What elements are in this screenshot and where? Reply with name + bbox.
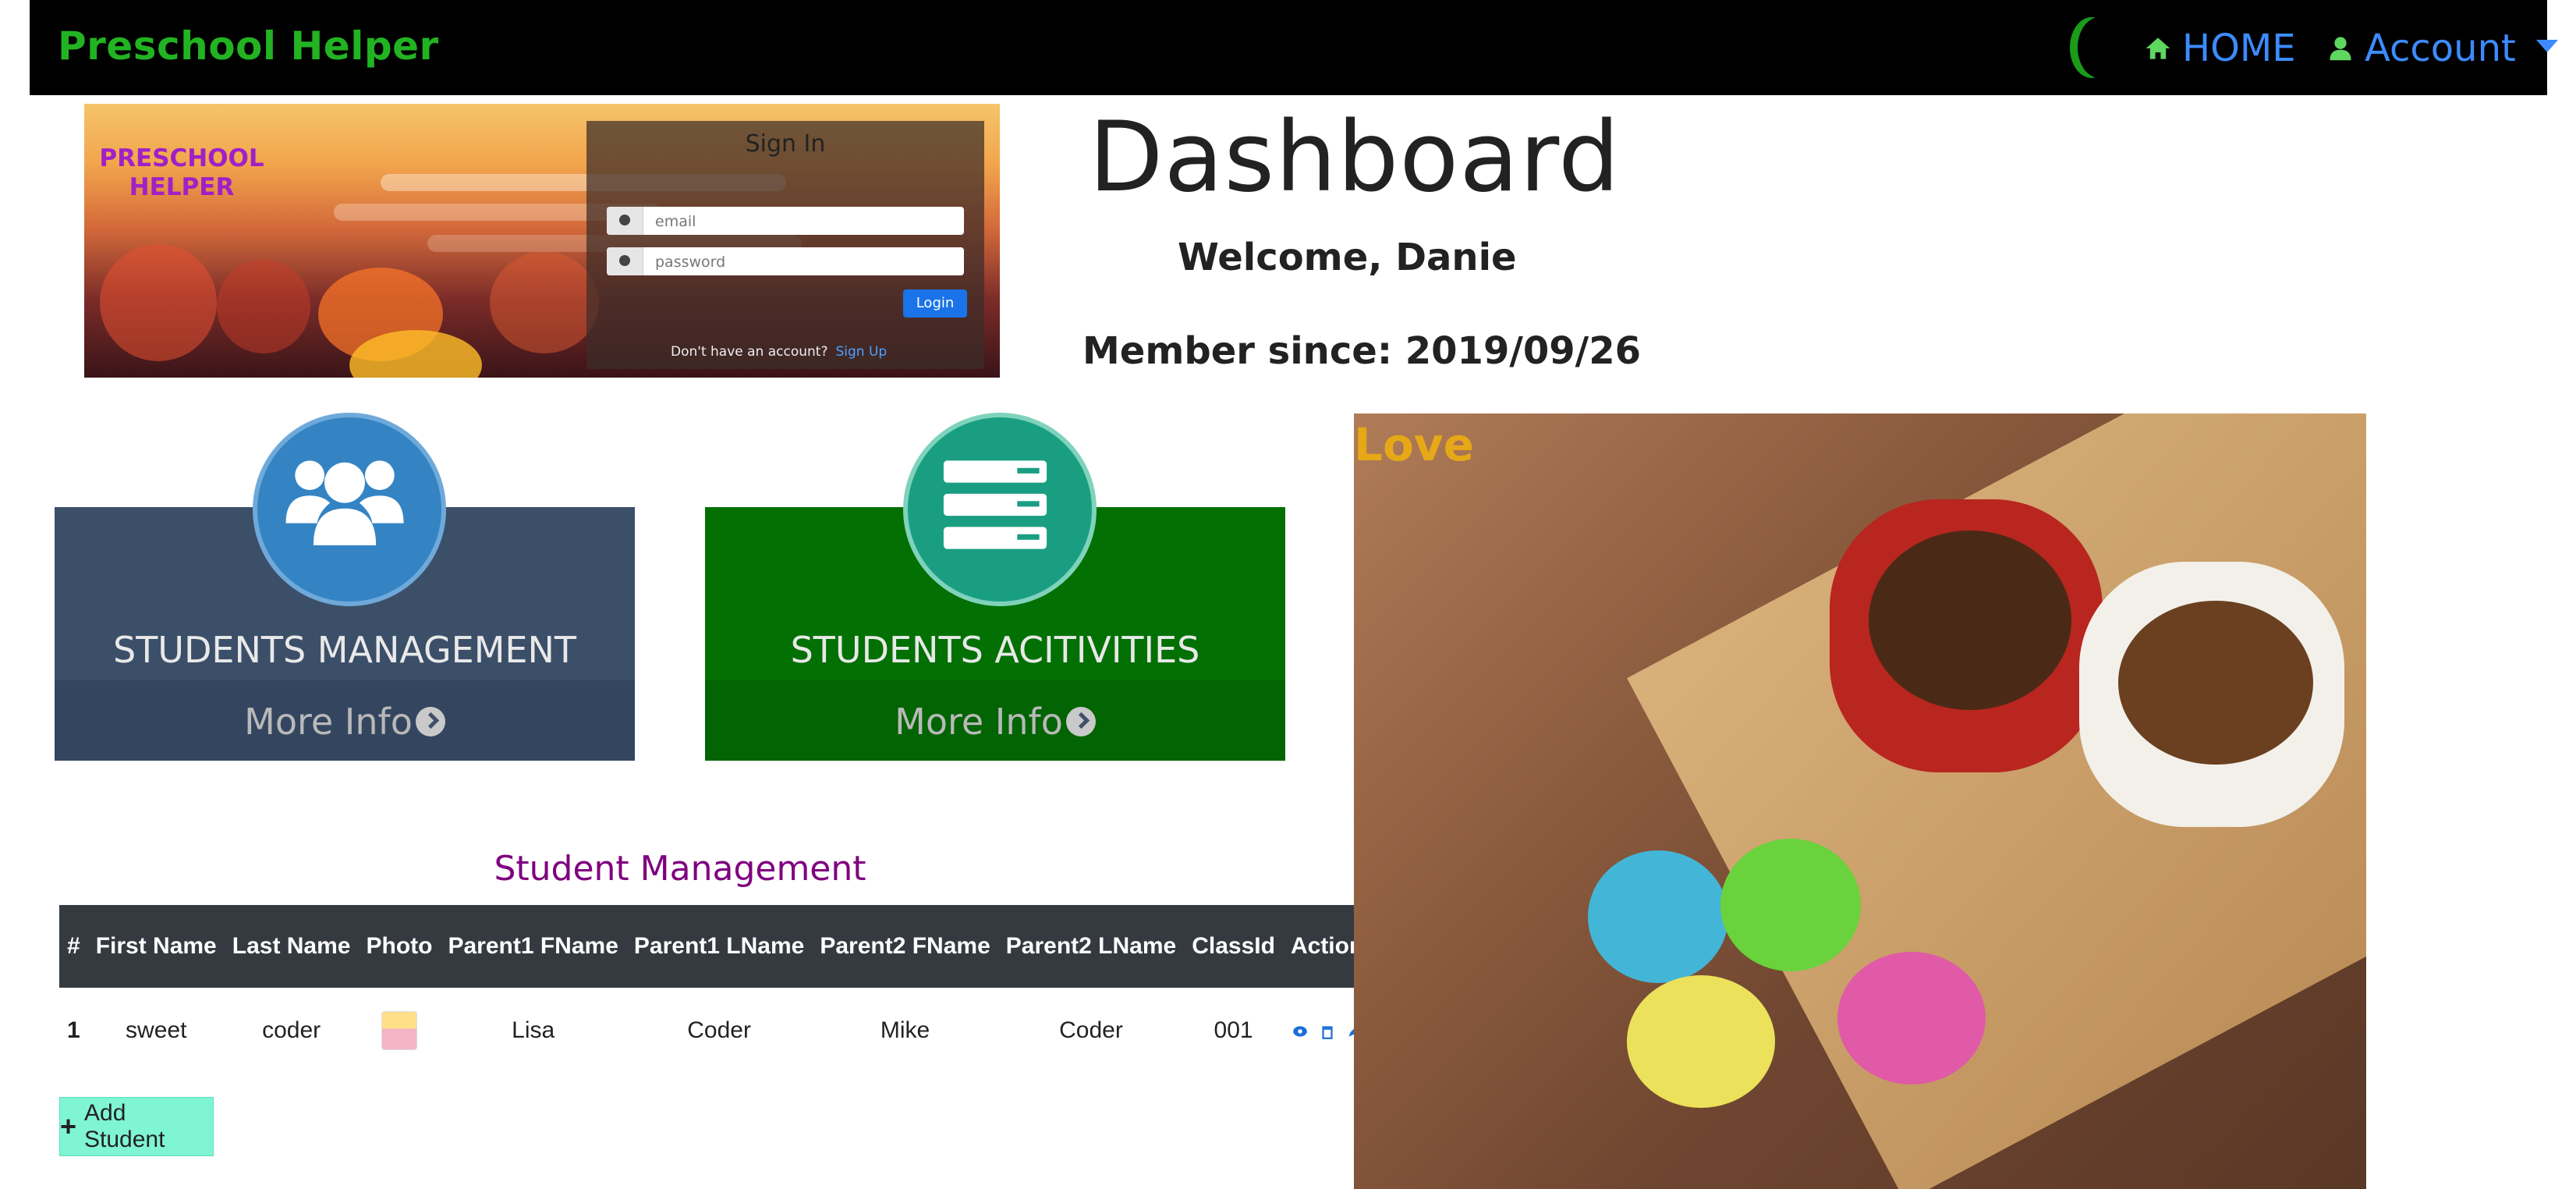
member-since-text: Member since: 2019/09/26 <box>1082 329 1641 373</box>
cell-parent1-fname: Lisa <box>512 1017 555 1043</box>
plus-icon: + <box>60 1110 77 1142</box>
col-first-name: First Name <box>87 905 225 988</box>
student-photo-icon[interactable] <box>381 1011 417 1050</box>
col-parent2-lname: Parent2 LName <box>997 905 1185 988</box>
chevron-down-icon <box>2535 40 2558 52</box>
more-info-link[interactable]: More Info <box>705 701 1285 743</box>
list-icon <box>903 413 1097 606</box>
table-row: 1 sweet coder Lisa Coder Mike Coder 001 <box>59 988 1371 1074</box>
col-photo: Photo <box>358 905 441 988</box>
nav-account-label: Account <box>2365 27 2516 70</box>
card-label: STUDENTS ACITIVITIES <box>790 629 1200 671</box>
col-classid: ClassId <box>1184 905 1283 988</box>
user-icon <box>607 207 643 235</box>
add-student-label: Add Student <box>84 1100 165 1152</box>
col-parent1-lname: Parent1 LName <box>625 905 813 988</box>
signup-prompt: Don't have an account? Sign Up <box>671 344 888 360</box>
students-activities-card[interactable]: STUDENTS ACITIVITIES More Info <box>705 413 1285 761</box>
add-student-button[interactable]: + Add Student <box>59 1097 214 1156</box>
table-title: Student Management <box>494 849 866 889</box>
cell-number: 1 <box>67 1017 80 1043</box>
chevron-circle-right-icon <box>1065 707 1096 736</box>
col-last-name: Last Name <box>224 905 359 988</box>
cell-parent1-lname: Coder <box>687 1017 751 1043</box>
chevron-circle-right-icon <box>415 707 445 736</box>
cell-parent2-fname: Mike <box>880 1017 930 1043</box>
banner-title: PRESCHOOL HELPER <box>99 144 264 201</box>
photo-caption: Love <box>1354 418 1474 471</box>
login-button: Login <box>903 289 967 318</box>
nav-home-label: HOME <box>2182 27 2296 70</box>
password-field: password <box>607 247 964 275</box>
col-parent1-fname: Parent1 FName <box>440 905 626 988</box>
nav-account-dropdown[interactable]: Account <box>2327 25 2558 72</box>
coffee-macarons-photo: Love <box>1354 413 2366 1189</box>
key-icon <box>607 247 643 275</box>
theme-toggle-icon[interactable] <box>2078 17 2121 78</box>
home-icon <box>2145 37 2170 59</box>
cell-photo <box>358 988 440 1074</box>
signin-box: Sign In email password Login Don't have … <box>586 121 984 369</box>
students-management-card[interactable]: STUDENTS MANAGEMENT More Info <box>55 413 635 761</box>
signin-preview-image: PRESCHOOL HELPER Sign In email password … <box>84 104 1000 378</box>
view-icon[interactable] <box>1292 1021 1309 1042</box>
table-header-row: # First Name Last Name Photo Parent1 FNa… <box>59 905 1372 988</box>
cell-last-name: coder <box>262 1017 321 1043</box>
col-parent2-fname: Parent2 FName <box>812 905 998 988</box>
card-label: STUDENTS MANAGEMENT <box>113 629 576 671</box>
users-icon <box>253 413 446 606</box>
students-table: # First Name Last Name Photo Parent1 FNa… <box>59 905 1372 1074</box>
more-info-link[interactable]: More Info <box>55 701 635 743</box>
cell-classid: 001 <box>1214 1017 1253 1043</box>
page-title: Dashboard <box>1089 101 1621 214</box>
cell-first-name: sweet <box>126 1017 187 1043</box>
cell-parent2-lname: Coder <box>1059 1017 1123 1043</box>
top-navbar: Preschool Helper HOME Account <box>30 0 2558 95</box>
nav-home-link[interactable]: HOME <box>2145 25 2296 72</box>
welcome-text: Welcome, Danie <box>1178 236 1517 279</box>
trash-icon[interactable] <box>1319 1021 1336 1042</box>
signup-link: Sign Up <box>835 344 888 360</box>
col-number: # <box>59 905 88 988</box>
user-icon <box>2330 37 2351 61</box>
brand-logo[interactable]: Preschool Helper <box>58 23 439 69</box>
signin-title: Sign In <box>745 130 826 158</box>
email-field: email <box>607 207 964 235</box>
